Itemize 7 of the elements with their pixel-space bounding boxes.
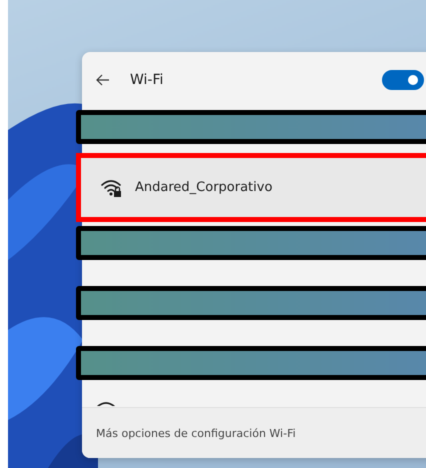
- wifi-lock-icon: [101, 178, 123, 198]
- network-item[interactable]: Andared_Corporativo: [76, 153, 426, 222]
- network-name: Andared_Corporativo: [135, 180, 272, 195]
- back-arrow-icon[interactable]: [96, 74, 110, 86]
- settings-link[interactable]: Más opciones de configuración Wi-Fi: [96, 426, 296, 440]
- panel-title: Wi-Fi: [130, 72, 164, 88]
- wifi-toggle[interactable]: [382, 70, 424, 90]
